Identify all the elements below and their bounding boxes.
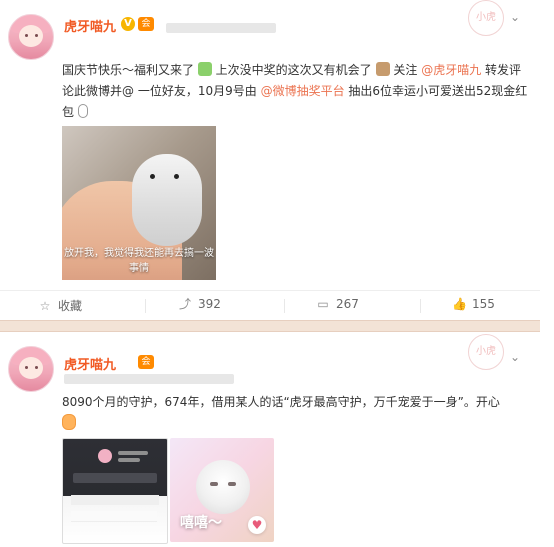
- favorite-action[interactable]: ☆ 收藏: [38, 297, 82, 314]
- hamster-eye-left: [150, 174, 155, 179]
- avatar-eye-right: [35, 34, 38, 37]
- sticker-icon: [62, 414, 76, 430]
- like-count: 155: [472, 297, 495, 311]
- hamster-eye-right: [174, 174, 179, 179]
- mention-link-lottery[interactable]: @微博抽奖平台: [261, 84, 345, 98]
- thumbs-up-icon: 👍: [452, 297, 467, 311]
- hamster-shape: [132, 154, 202, 246]
- avatar-eye-right: [35, 366, 38, 369]
- comment-icon: ▭: [317, 297, 329, 311]
- avatar[interactable]: [8, 14, 54, 60]
- post-image-hamster[interactable]: 放开我，我觉得我还能再去搞一波事情: [62, 126, 216, 280]
- star-icon: ☆: [39, 298, 51, 313]
- weibo-post-1: 虎牙喵九 V 会 小虎 ⌄ 国庆节快乐～福利又来了 上次没中奖的这次又有机会了 …: [0, 0, 540, 320]
- pray-icon: [77, 104, 88, 118]
- post-text-seg-0: 国庆节快乐～福利又来了: [62, 63, 195, 77]
- image-overlay-text: 嘻嘻～: [180, 515, 222, 531]
- screenshot-row: [71, 511, 157, 522]
- action-divider: [284, 299, 285, 313]
- watermark-stamp: 小虎: [468, 334, 504, 370]
- post-text-seg-2: 关注: [393, 63, 418, 77]
- cat-shape: [196, 460, 250, 514]
- share-icon: ⤴: [178, 297, 191, 311]
- screenshot-avatar: [98, 449, 112, 463]
- action-divider: [145, 299, 146, 313]
- blurred-meta: [166, 23, 276, 33]
- screenshot-bar: [73, 473, 157, 483]
- avatar-face: [19, 357, 43, 379]
- heart-icon: ♥: [248, 516, 266, 534]
- comment-action[interactable]: ▭ 267: [316, 297, 359, 311]
- comment-count: 267: [336, 297, 359, 311]
- watermark-stamp: 小虎: [468, 0, 504, 36]
- favorite-label: 收藏: [58, 299, 83, 313]
- screenshot-line: [118, 458, 140, 462]
- like-action[interactable]: 👍 155: [452, 297, 495, 311]
- avatar-eye-left: [25, 34, 28, 37]
- dog-emoji-icon: [375, 62, 390, 76]
- post-text: 8090个月的守护，674年，借用某人的话“虎牙最高守护，万千宠爱于一身”。开心: [62, 395, 500, 409]
- username[interactable]: 虎牙喵九: [64, 16, 116, 35]
- action-divider: [420, 299, 421, 313]
- image-caption: 放开我，我觉得我还能再去搞一波事情: [64, 248, 214, 274]
- avatar[interactable]: [8, 346, 54, 392]
- chevron-down-icon[interactable]: ⌄: [510, 350, 522, 364]
- blurred-meta: [64, 374, 234, 384]
- member-badge: 会: [138, 355, 154, 369]
- post-image-cat[interactable]: 嘻嘻～ ♥: [170, 438, 274, 542]
- cat-eye-left: [210, 482, 218, 486]
- member-badge: 会: [138, 17, 154, 31]
- username[interactable]: 虎牙喵九: [64, 354, 116, 373]
- share-count: 392: [198, 297, 221, 311]
- avatar-face: [19, 25, 43, 47]
- cat-eye-right: [228, 482, 236, 486]
- gift-icon: [197, 62, 212, 76]
- post-actions-bar: ☆ 收藏 ⤴ 392 ▭ 267 👍 155: [0, 290, 540, 321]
- verified-badge: V: [121, 17, 135, 31]
- chevron-down-icon[interactable]: ⌄: [510, 10, 522, 24]
- post-image-screenshot[interactable]: [62, 438, 168, 544]
- avatar-eye-left: [25, 366, 28, 369]
- mention-link[interactable]: @虎牙喵九: [421, 63, 481, 77]
- share-action[interactable]: ⤴ 392: [178, 297, 221, 311]
- feed-separator: [0, 320, 540, 332]
- screenshot-line: [118, 451, 148, 455]
- post-text-seg-1: 上次没中奖的这次又有机会了: [215, 63, 372, 77]
- post-text: 国庆节快乐～福利又来了 上次没中奖的这次又有机会了 关注 @虎牙喵九 转发评论此…: [62, 60, 532, 123]
- screenshot-tabs: [71, 495, 159, 505]
